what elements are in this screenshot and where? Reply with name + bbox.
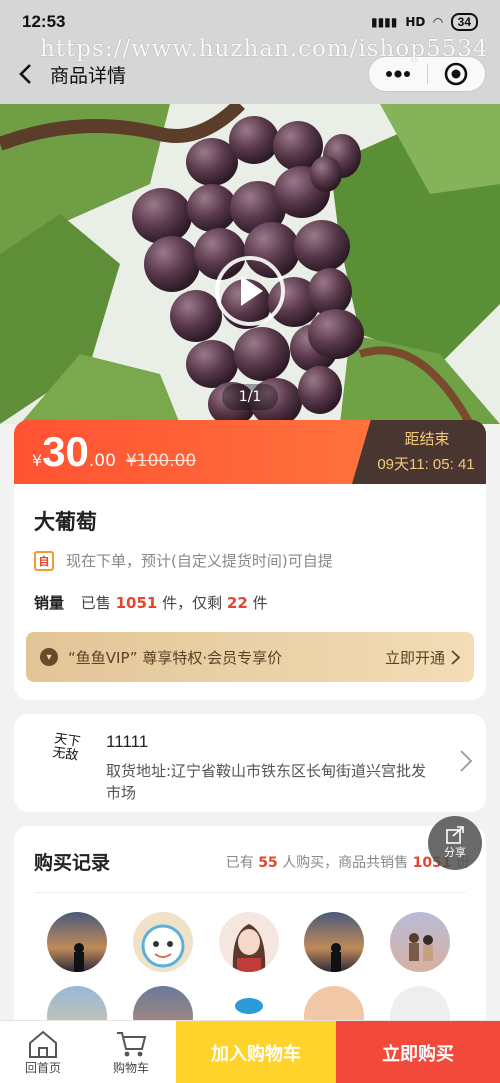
sold-unit: 件，仅剩 [162,594,223,612]
sales-info: 销量 已售 1051 件，仅剩 22 件 [34,592,268,613]
add-to-cart-button[interactable]: 加入购物车 [176,1021,336,1083]
countdown-label: 距结束 [404,430,450,448]
remaining-count: 22 [226,594,248,612]
original-price: ¥100.00 [125,451,197,471]
more-icon [385,70,410,78]
remaining-unit: 件 [252,594,268,612]
product-name: 大葡萄 [34,510,97,534]
records-summary-middle: 人购买，商品共销售 [282,855,409,871]
price-decimal: .00 [88,451,116,471]
chevron-right-icon [451,649,460,665]
more-button[interactable] [369,57,427,91]
vip-text: “鱼鱼VIP” 尊享特权·会员专享价 [68,648,283,667]
countdown: 距结束 09天11: 05: 41 [352,420,486,484]
store-address: 取货地址:辽宁省鞍山市铁东区长甸街道兴宫批发市场 [106,762,427,802]
product-video[interactable] [0,104,500,424]
chevron-right-icon [460,750,473,778]
pickup-info: 自 现在下单，预计(自定义提货时间)可自提 [34,550,333,571]
vip-icon: ▾ [40,648,58,666]
buyer-count: 55 [258,855,278,871]
battery-icon: 34 [450,13,478,31]
sold-count: 1051 [115,594,158,612]
hd-label: HD [405,15,426,29]
vip-open-link[interactable]: 立即开通 [385,647,460,668]
currency-symbol: ¥ [32,451,43,470]
share-label: 分享 [444,846,466,859]
buyer-avatar [304,912,364,972]
price-integer: 30 [42,428,89,475]
play-icon [241,276,263,306]
image-counter: 1/1 [222,384,278,410]
vip-open-label: 立即开通 [384,648,445,667]
sales-label: 销量 [34,594,65,612]
cart-tab[interactable]: 购物车 [88,1021,174,1083]
cart-icon [117,1032,147,1057]
home-tab-label: 回首页 [24,1061,61,1075]
share-button[interactable]: 分享 [428,816,482,870]
home-tab[interactable]: 回首页 [0,1021,86,1083]
records-title: 购买记录 [34,852,111,874]
watermark: https://www.huzhan.com/ishop5534 [40,36,489,62]
buyer-avatar [219,912,279,972]
share-icon [446,826,464,844]
records-divider [34,892,466,893]
pickup-text: 现在下单，预计(自定义提货时间)可自提 [66,552,333,570]
store-logo: 天下 无敌 [51,731,82,764]
cart-tab-label: 购物车 [112,1061,149,1075]
price-bar: ¥ 30 .00 ¥100.00 距结束 09天11: 05: 41 [14,420,486,484]
status-icons: ▮▮▮▮ HD ◠ 34 [371,13,478,31]
play-button[interactable] [215,256,285,326]
countdown-value: 09天11: 05: 41 [377,456,475,473]
store-card[interactable]: 天下 无敌 11111 取货地址:辽宁省鞍山市铁东区长甸街道兴宫批发市场 [14,714,486,812]
sold-prefix: 已售 [80,594,111,612]
price-block: ¥ 30 .00 ¥100.00 [32,428,196,476]
wifi-icon: ◠ [433,15,443,29]
buyer-avatar [390,912,450,972]
page-title: 商品详情 [50,64,127,87]
buyer-avatar [47,912,107,972]
home-icon [29,1030,57,1058]
pickup-icon: 自 [34,550,54,571]
signal-icon: ▮▮▮▮ [370,15,398,29]
target-icon [444,62,468,86]
status-time: 12:53 [22,12,66,31]
store-name: 11111 [106,732,149,751]
back-icon [19,64,31,84]
buyer-avatar [133,912,193,972]
buy-now-button[interactable]: 立即购买 [336,1021,500,1083]
purchase-records-card: 购买记录 已有 55 人购买，商品共销售 1051 份 [14,826,486,1046]
vip-banner[interactable]: ▾ “鱼鱼VIP” 尊享特权·会员专享价 立即开通 [26,632,474,682]
close-mini-program-button[interactable] [428,57,486,91]
bottom-action-bar: 回首页 购物车 加入购物车 立即购买 [0,1020,500,1083]
records-summary-prefix: 已有 [225,855,254,871]
product-info-card: 大葡萄 自 现在下单，预计(自定义提货时间)可自提 销量 已售 1051 件，仅… [14,484,486,700]
